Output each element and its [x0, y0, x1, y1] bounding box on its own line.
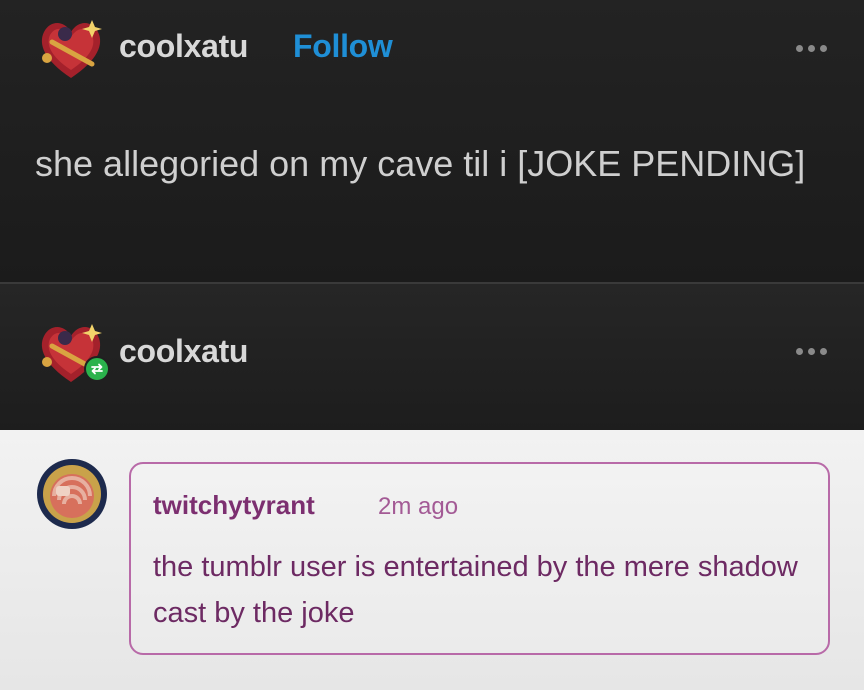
- post-username[interactable]: coolxatu: [119, 28, 248, 65]
- user-avatar[interactable]: [34, 12, 108, 86]
- reblog-username[interactable]: coolxatu: [119, 333, 248, 370]
- reblog-icon: [84, 356, 110, 382]
- follow-button[interactable]: Follow: [293, 28, 393, 65]
- reply-avatar[interactable]: [36, 458, 108, 530]
- more-options-icon[interactable]: [796, 43, 828, 53]
- reblog-more-options-icon[interactable]: [796, 346, 828, 356]
- reply-timestamp: 2m ago: [378, 493, 459, 520]
- post-text: she allegoried on my cave til i [JOKE PE…: [35, 143, 806, 184]
- reply-text: the tumblr user is entertained by the me…: [153, 551, 798, 629]
- reply-username[interactable]: twitchytyrant: [153, 490, 315, 521]
